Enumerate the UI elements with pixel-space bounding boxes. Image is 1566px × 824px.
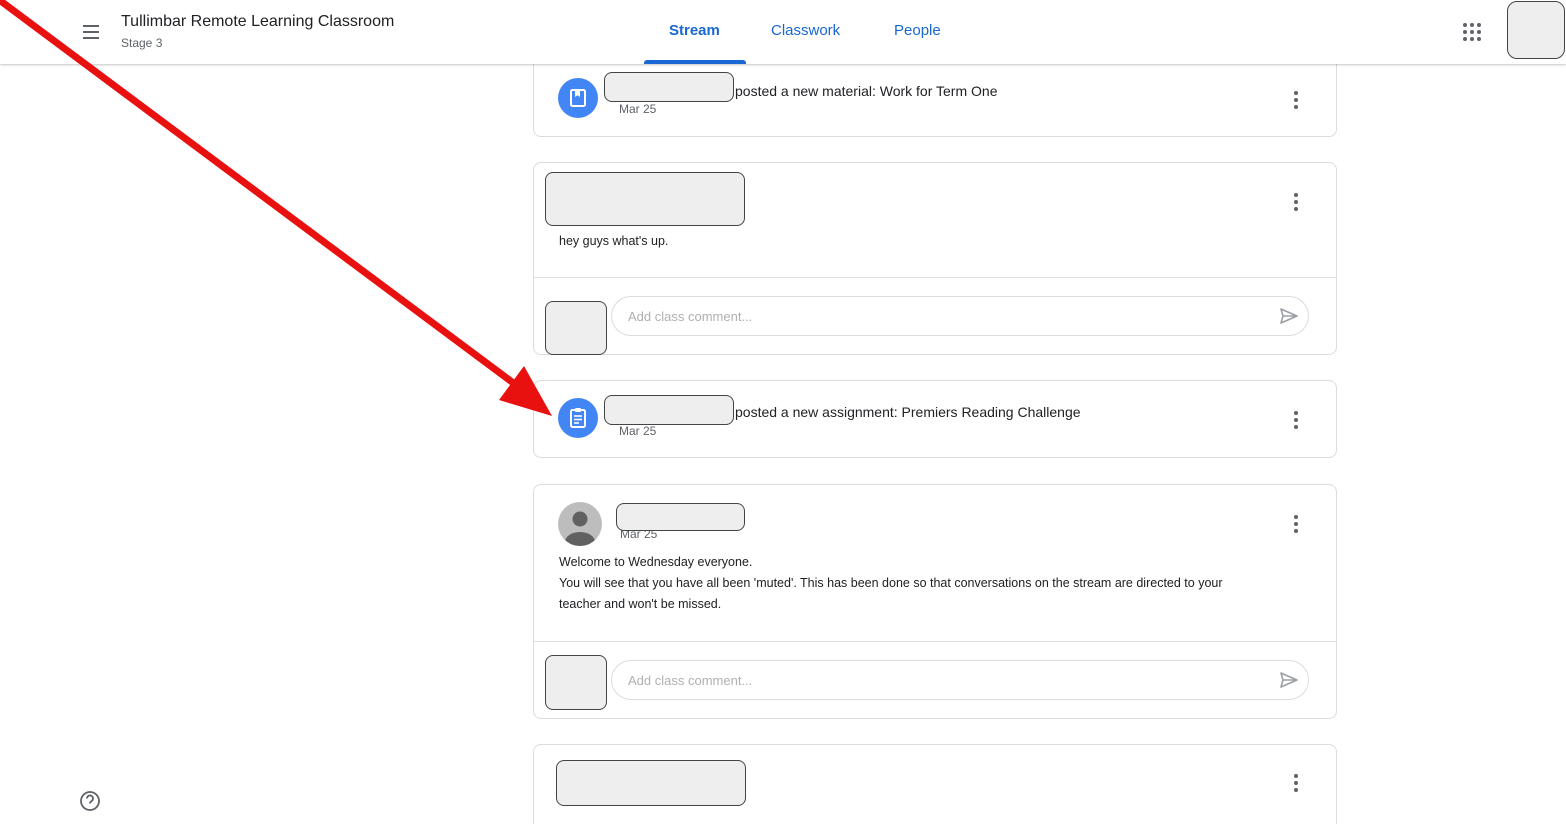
post-title[interactable]: posted a new material: Work for Term One — [735, 83, 997, 99]
commenter-avatar-redacted — [545, 655, 607, 710]
author-name-redacted — [604, 395, 734, 425]
class-section: Stage 3 — [121, 36, 163, 50]
tab-classwork[interactable]: Classwork — [771, 22, 840, 39]
author-redacted — [545, 172, 745, 226]
help-icon[interactable] — [79, 790, 101, 812]
author-name-redacted — [616, 503, 745, 531]
top-app-bar: Tullimbar Remote Learning Classroom Stag… — [0, 0, 1566, 64]
google-apps-button[interactable] — [1461, 21, 1483, 43]
stream-post-announcement: Mar 25 Welcome to Wednesday everyone. Yo… — [533, 484, 1337, 719]
post-date: Mar 25 — [619, 424, 657, 438]
tab-people[interactable]: People — [894, 22, 941, 39]
announcement-line: teacher and won't be missed. — [559, 597, 722, 611]
account-avatar-redacted[interactable] — [1507, 1, 1565, 59]
stream-post-announcement — [533, 744, 1337, 824]
material-icon — [558, 78, 598, 118]
active-tab-indicator — [644, 60, 746, 64]
class-comment-input[interactable] — [611, 296, 1309, 336]
post-options-button[interactable] — [1286, 192, 1306, 212]
post-title[interactable]: posted a new assignment: Premiers Readin… — [735, 404, 1081, 420]
post-date: Mar 25 — [619, 102, 657, 116]
main-menu-button[interactable] — [80, 20, 104, 44]
send-comment-button[interactable] — [1278, 669, 1300, 691]
hamburger-icon-bar — [83, 31, 99, 33]
comment-divider — [534, 277, 1336, 278]
author-redacted — [556, 760, 746, 806]
send-comment-button[interactable] — [1278, 305, 1300, 327]
send-icon — [1280, 672, 1298, 688]
class-comment-input[interactable] — [611, 660, 1309, 700]
comment-divider — [534, 641, 1336, 642]
send-icon — [1280, 308, 1298, 324]
class-title[interactable]: Tullimbar Remote Learning Classroom — [121, 13, 394, 31]
stream-post-material[interactable]: posted a new material: Work for Term One… — [533, 54, 1337, 137]
post-options-button[interactable] — [1286, 773, 1306, 793]
stream-post-assignment[interactable]: posted a new assignment: Premiers Readin… — [533, 380, 1337, 458]
hamburger-icon-bar — [83, 25, 99, 27]
announcement-line: You will see that you have all been 'mut… — [559, 576, 1223, 590]
assignment-icon — [558, 398, 598, 438]
announcement-text: hey guys what's up. — [559, 234, 669, 248]
tab-stream[interactable]: Stream — [669, 22, 720, 39]
author-name-redacted — [604, 72, 734, 102]
post-options-button[interactable] — [1286, 514, 1306, 534]
stream-post-announcement: hey guys what's up. — [533, 162, 1337, 355]
announcement-line: Welcome to Wednesday everyone. — [559, 555, 753, 569]
post-options-button[interactable] — [1286, 90, 1306, 110]
post-options-button[interactable] — [1286, 410, 1306, 430]
default-avatar-icon — [558, 502, 602, 546]
hamburger-icon-bar — [83, 37, 99, 39]
commenter-avatar-redacted — [545, 301, 607, 355]
